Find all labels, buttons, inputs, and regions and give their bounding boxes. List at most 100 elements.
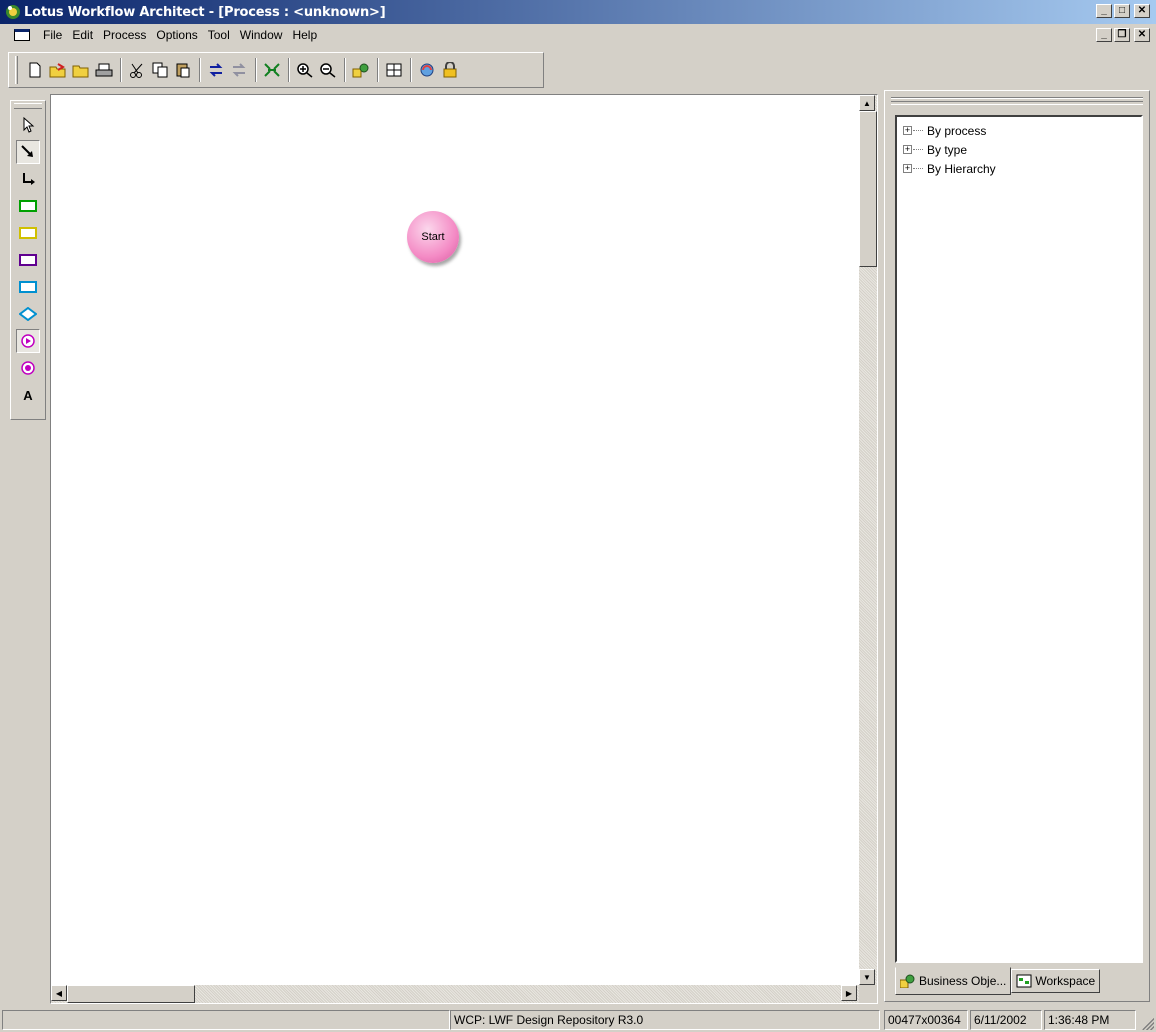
expand-icon[interactable]: +: [903, 164, 912, 173]
print-icon: [95, 63, 113, 77]
tree-item-label: By Hierarchy: [927, 161, 996, 176]
cut-icon: [130, 63, 143, 78]
resize-grip-icon[interactable]: [1142, 1018, 1154, 1030]
vertical-scroll-thumb[interactable]: [859, 111, 877, 267]
copy-button[interactable]: [149, 59, 171, 81]
toolbar-grip[interactable]: [15, 56, 18, 84]
menu-edit[interactable]: Edit: [67, 26, 98, 44]
connector-tool[interactable]: [16, 140, 40, 164]
vertical-scrollbar[interactable]: ▲ ▼: [859, 95, 877, 985]
expand-icon[interactable]: +: [903, 126, 912, 135]
process-canvas[interactable]: Start: [51, 95, 859, 985]
doc-close-button[interactable]: ✕: [1134, 28, 1150, 42]
minimize-button[interactable]: _: [1096, 4, 1112, 18]
elbow-connector-tool[interactable]: [16, 167, 40, 191]
open-button[interactable]: [47, 59, 69, 81]
toolbar-separator: [344, 58, 346, 82]
fit-icon: [264, 63, 280, 77]
arrow-left-icon: ◀: [55, 988, 63, 998]
toolbar-separator: [120, 58, 122, 82]
close-button[interactable]: ✕: [1134, 4, 1150, 18]
fit-button[interactable]: [261, 59, 283, 81]
business-objects-button[interactable]: [350, 59, 372, 81]
activity-blue-tool[interactable]: [16, 275, 40, 299]
start-circle-icon: [21, 334, 35, 348]
zoom-in-button[interactable]: [294, 59, 316, 81]
redo-button[interactable]: [228, 59, 250, 81]
business-objects-icon: [352, 63, 369, 78]
print-button[interactable]: [93, 59, 115, 81]
horizontal-scrollbar[interactable]: ◀ ▶: [51, 985, 859, 1003]
minimize-icon: _: [1101, 5, 1107, 16]
lock-button[interactable]: [439, 59, 461, 81]
expand-icon[interactable]: +: [903, 145, 912, 154]
horizontal-scroll-thumb[interactable]: [67, 985, 195, 1003]
diamond-icon: [19, 307, 37, 321]
menu-window[interactable]: Window: [235, 26, 288, 44]
start-tool[interactable]: [16, 329, 40, 353]
status-pane-time: 1:36:48 PM: [1044, 1010, 1136, 1030]
arrow-down-icon: ▼: [863, 972, 871, 982]
open-folder-button[interactable]: [70, 59, 92, 81]
status-pane-date: 6/11/2002: [970, 1010, 1042, 1030]
end-circle-icon: [21, 361, 35, 375]
redo-icon: [232, 63, 246, 77]
tree-item-by-type[interactable]: + By type: [903, 140, 1135, 159]
tree-line: [913, 130, 923, 131]
close-icon: ✕: [1137, 5, 1147, 16]
tree-line: [913, 168, 923, 169]
scroll-corner: [859, 985, 877, 1003]
pointer-icon: [23, 117, 35, 133]
menu-file[interactable]: File: [38, 26, 67, 44]
scroll-left-button[interactable]: ◀: [51, 985, 67, 1001]
menu-tool[interactable]: Tool: [203, 26, 235, 44]
copy-icon: [152, 62, 168, 78]
document-icon[interactable]: [14, 29, 30, 41]
text-tool-icon: A: [23, 387, 33, 403]
green-rectangle-icon: [19, 200, 37, 212]
app-icon[interactable]: [4, 3, 22, 21]
doc-restore-button[interactable]: ❐: [1114, 28, 1130, 42]
scroll-down-button[interactable]: ▼: [859, 969, 875, 985]
panel-grip[interactable]: [891, 97, 1143, 105]
tree-item-by-process[interactable]: + By process: [903, 121, 1135, 140]
zoom-out-button[interactable]: [317, 59, 339, 81]
tree-item-by-hierarchy[interactable]: + By Hierarchy: [903, 159, 1135, 178]
menu-process[interactable]: Process: [98, 26, 151, 44]
tab-business-objects[interactable]: Business Obje...: [895, 967, 1012, 995]
palette-grip[interactable]: [14, 103, 42, 109]
paste-button[interactable]: [172, 59, 194, 81]
tree-item-label: By type: [927, 142, 968, 157]
object-browser-panel: + By process + By type + By Hierarchy Bu…: [884, 90, 1150, 1002]
yellow-rectangle-icon: [19, 227, 37, 239]
new-button[interactable]: [24, 59, 46, 81]
scroll-right-button[interactable]: ▶: [841, 985, 857, 1001]
start-node[interactable]: Start: [407, 211, 459, 263]
start-node-label: Start: [421, 231, 445, 243]
pointer-tool[interactable]: [16, 113, 40, 137]
cut-button[interactable]: [126, 59, 148, 81]
grid-button[interactable]: [383, 59, 405, 81]
end-tool[interactable]: [16, 356, 40, 380]
refresh-button[interactable]: [416, 59, 438, 81]
toolbar-separator: [255, 58, 257, 82]
text-tool[interactable]: A: [16, 383, 40, 407]
new-icon: [29, 62, 41, 78]
object-tree[interactable]: + By process + By type + By Hierarchy: [895, 115, 1143, 963]
undo-button[interactable]: [205, 59, 227, 81]
menu-help[interactable]: Help: [287, 26, 322, 44]
maximize-button[interactable]: □: [1114, 4, 1130, 18]
menu-options[interactable]: Options: [151, 26, 202, 44]
blue-rectangle-icon: [19, 281, 37, 293]
status-time: 1:36:48 PM: [1048, 1013, 1110, 1027]
decision-tool[interactable]: [16, 302, 40, 326]
tab-workspace[interactable]: Workspace: [1011, 969, 1101, 993]
activity-purple-tool[interactable]: [16, 248, 40, 272]
scroll-up-button[interactable]: ▲: [859, 95, 875, 111]
activity-yellow-tool[interactable]: [16, 221, 40, 245]
canvas-size: 00477x00364: [888, 1013, 961, 1027]
activity-green-tool[interactable]: [16, 194, 40, 218]
panel-tabs: Business Obje... Workspace: [895, 967, 1101, 995]
doc-minimize-button[interactable]: _: [1096, 28, 1112, 42]
status-date: 6/11/2002: [974, 1013, 1027, 1027]
